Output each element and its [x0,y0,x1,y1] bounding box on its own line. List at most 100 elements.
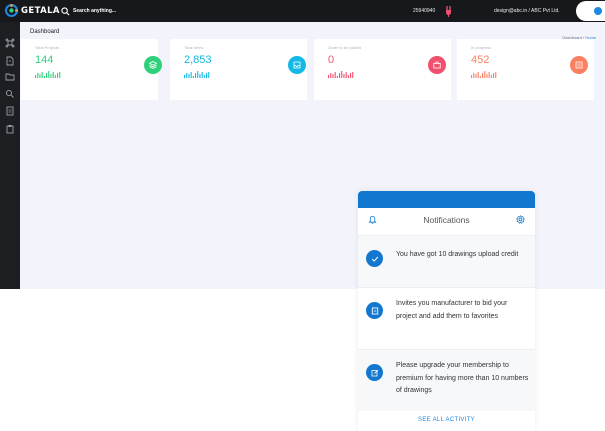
search-icon[interactable] [61,6,70,16]
phone-number: 25940940 [413,8,436,14]
notifications-title: Notifications [423,215,470,225]
stat-value: 0 [328,54,335,66]
notification-item[interactable]: Invites you manufacturer to bid your pro… [358,287,535,349]
sparkline-bar [488,72,490,78]
sparkline-bar [197,71,199,78]
sparkline-bar [50,74,52,78]
search-bar[interactable]: Search anything... [61,5,116,17]
stat-label: In progress [471,45,492,50]
stat-card-order-to-be-placed[interactable]: Order to be placed 0 [314,39,451,100]
sparkline-bar [184,75,186,78]
sparkline-bar [473,73,475,78]
sparkline-chart [328,71,354,78]
sparkline-chart [184,71,210,78]
sparkline-bar [48,71,50,78]
sparkline-bar [486,74,488,78]
search-icon[interactable] [5,89,15,99]
sparkline-chart [471,71,497,78]
getala-logo-icon[interactable] [5,4,18,17]
layers-icon [144,56,162,74]
sparkline-bar [43,76,45,78]
plug-icon[interactable] [445,5,455,17]
sparkline-bar [206,73,208,78]
sparkline-bar [192,76,194,78]
sparkline-bar [475,74,477,78]
stat-card-total-items[interactable]: Total Items 2,853 [170,39,307,100]
sparkline-bar [482,73,484,78]
sparkline-bar [339,73,341,78]
stat-label: Total Projects [35,45,60,50]
sparkline-bar [57,73,59,78]
sparkline-bar [186,73,188,78]
document-icon[interactable] [5,106,15,116]
sparkline-bar [41,72,43,78]
sparkline-bar [477,72,479,78]
sparkline-bar [343,74,345,78]
sparkline-bar [471,75,473,78]
notification-item[interactable]: Please upgrade your membership to premiu… [358,349,535,411]
sparkline-bar [341,71,343,78]
sparkline-bar [35,75,37,78]
stat-value: 452 [471,54,490,66]
notifications-header-bar [358,191,535,208]
stat-label: Order to be placed [328,45,362,50]
search-input[interactable]: Search anything... [73,5,116,17]
page-title: Dashboard [30,29,60,35]
sparkline-bar [52,72,54,78]
sparkline-bar [332,74,334,78]
sparkline-bar [208,72,210,78]
sparkline-bar [493,73,495,78]
notification-text: Invites you manufacturer to bid your pro… [396,300,508,320]
command-icon[interactable] [5,38,15,48]
check-icon [366,250,383,267]
sparkline-bar [334,72,336,78]
notification-text: Please upgrade your membership to premiu… [396,362,529,394]
file-icon[interactable] [5,56,15,66]
briefcase-icon [428,56,446,74]
notifications-panel: Notifications You have got 10 drawings u… [358,191,535,431]
sidebar [0,22,20,289]
sparkline-bar [490,75,492,78]
clipboard-icon[interactable] [5,124,15,134]
sparkline-bar [347,75,349,78]
stat-card-in-progress[interactable]: In progress 452 [457,39,594,100]
stat-label: Total Items [184,45,204,50]
notification-text: You have got 10 drawings upload credit [396,251,519,258]
brand-name[interactable]: GETALA [21,5,60,17]
top-bar: GETALA Search anything... 25940940 desig… [0,0,605,22]
sparkline-bar [345,72,347,78]
sparkline-bar [336,76,338,78]
toggle-switch[interactable] [576,1,605,21]
sparkline-bar [46,73,48,78]
list-icon [570,56,588,74]
sparkline-bar [37,73,39,78]
see-all-activity-link[interactable]: SEE ALL ACTIVITY [358,416,535,424]
inbox-icon [288,56,306,74]
folder-icon[interactable] [5,72,15,82]
sparkline-chart [35,71,61,78]
app-page: GETALA Search anything... 25940940 desig… [0,0,605,431]
notification-item[interactable]: You have got 10 drawings upload credit [358,235,535,287]
sparkline-bar [54,75,56,78]
edit-icon [366,364,383,381]
sparkline-bar [39,74,41,78]
sparkline-bar [495,72,497,78]
sparkline-bar [201,72,203,78]
account-menu[interactable]: design@abc.in / ABC Pvt Ltd. [494,5,560,17]
sparkline-bar [350,73,352,78]
sparkline-bar [484,71,486,78]
sparkline-bar [203,75,205,78]
stat-value: 144 [35,54,54,66]
sparkline-bar [195,73,197,78]
sparkline-bar [199,74,201,78]
sparkline-bar [352,72,354,78]
sparkline-bar [190,72,192,78]
document-icon [366,302,383,319]
sparkline-bar [188,74,190,78]
gear-icon[interactable] [516,215,525,224]
sparkline-bar [59,72,61,78]
sparkline-bar [330,73,332,78]
stat-value: 2,853 [184,54,212,66]
sparkline-bar [479,76,481,78]
stat-card-total-projects[interactable]: Total Projects 144 [21,39,162,100]
